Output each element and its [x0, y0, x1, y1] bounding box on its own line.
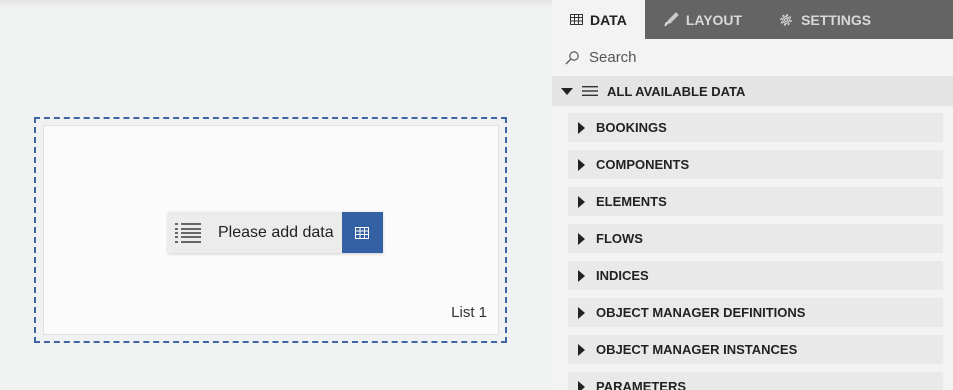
list-icon — [168, 212, 208, 253]
list-item[interactable]: ELEMENTS — [568, 187, 943, 216]
item-label: PARAMETERS — [596, 379, 687, 390]
add-data-prompt[interactable]: Please add data — [168, 212, 383, 253]
panel-tabs: DATA LAYOUT SETTINGS — [552, 0, 953, 39]
widget-name-label: List 1 — [451, 304, 487, 321]
brush-icon — [664, 11, 679, 26]
caret-right-icon — [578, 158, 585, 171]
item-label: OBJECT MANAGER DEFINITIONS — [596, 305, 806, 320]
search-input[interactable] — [589, 49, 919, 66]
list-item[interactable]: OBJECT MANAGER INSTANCES — [568, 335, 943, 364]
tab-data[interactable]: DATA — [552, 0, 645, 39]
caret-right-icon — [578, 380, 585, 390]
list-item[interactable]: COMPONENTS — [568, 150, 943, 179]
side-panel: DATA LAYOUT SETTINGS Search ALL AVAILABL… — [552, 0, 953, 390]
caret-right-icon — [578, 232, 585, 245]
table-icon — [355, 226, 370, 239]
tab-layout[interactable]: LAYOUT — [645, 0, 760, 39]
tab-settings-label: SETTINGS — [801, 11, 872, 28]
caret-down-icon — [561, 87, 573, 95]
item-label: OBJECT MANAGER INSTANCES — [596, 342, 798, 357]
top-shadow — [0, 0, 552, 8]
list-item[interactable]: FLOWS — [568, 224, 943, 253]
item-label: BOOKINGS — [596, 120, 667, 135]
menu-icon — [582, 86, 598, 96]
list-item[interactable]: BOOKINGS — [568, 113, 943, 142]
search-bar — [552, 39, 953, 76]
list-item[interactable]: PARAMETERS — [568, 372, 943, 390]
tab-layout-label: LAYOUT — [685, 11, 743, 28]
canvas-area: Please add data List 1 — [0, 0, 552, 390]
caret-right-icon — [578, 269, 585, 282]
tab-settings[interactable]: SETTINGS — [760, 0, 889, 39]
group-label: ALL AVAILABLE DATA — [607, 83, 746, 99]
list-widget[interactable]: Please add data List 1 — [43, 125, 499, 335]
list-item[interactable]: INDICES — [568, 261, 943, 290]
table-icon — [570, 14, 583, 25]
caret-right-icon — [578, 306, 585, 319]
item-label: ELEMENTS — [596, 194, 667, 209]
tab-data-label: DATA — [590, 11, 627, 28]
data-source-list: BOOKINGS COMPONENTS ELEMENTS FLOWS INDIC… — [552, 106, 953, 390]
all-available-data-header[interactable]: ALL AVAILABLE DATA — [552, 76, 953, 106]
caret-right-icon — [578, 343, 585, 356]
caret-right-icon — [578, 195, 585, 208]
add-data-label: Please add data — [208, 212, 342, 253]
item-label: COMPONENTS — [596, 157, 690, 172]
list-item[interactable]: OBJECT MANAGER DEFINITIONS — [568, 298, 943, 327]
search-icon — [565, 50, 579, 65]
item-label: FLOWS — [596, 231, 643, 246]
item-label: INDICES — [596, 268, 649, 283]
add-data-button[interactable] — [341, 212, 383, 253]
selected-widget-frame[interactable]: Please add data List 1 — [34, 117, 507, 343]
gear-icon — [780, 13, 792, 26]
caret-right-icon — [578, 121, 585, 134]
